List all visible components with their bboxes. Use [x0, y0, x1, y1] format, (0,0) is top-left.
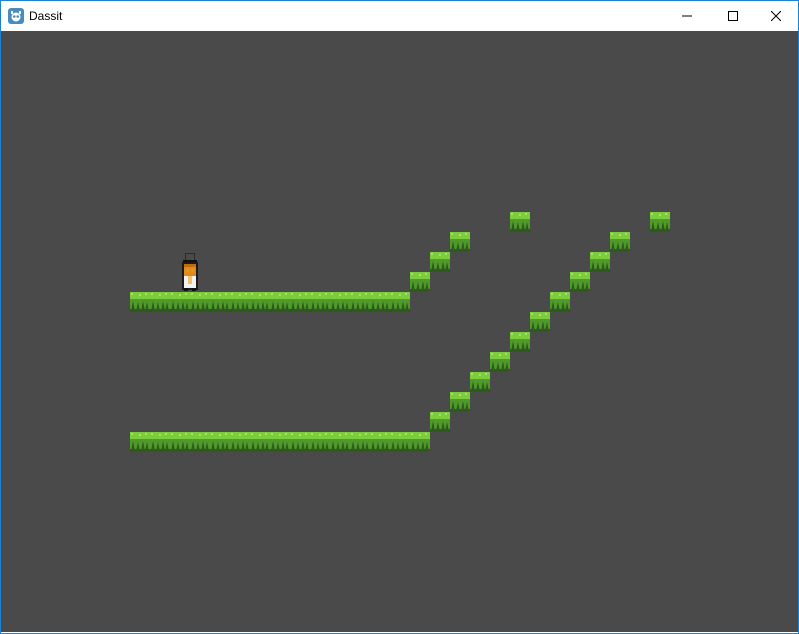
- grass-tile-upper-platform: [210, 292, 230, 312]
- grass-tile-upper-platform: [150, 292, 170, 312]
- grass-tile-staircase: [490, 352, 510, 372]
- window-title: Dassit: [29, 9, 63, 23]
- grass-tile-lower-platform: [250, 432, 270, 452]
- grass-tile-staircase: [590, 252, 610, 272]
- grass-tile-upper-platform: [170, 292, 190, 312]
- grass-tile-top-right: [650, 212, 670, 232]
- maximize-button[interactable]: [710, 1, 756, 31]
- grass-tile-lower-platform: [330, 432, 350, 452]
- player-character: [182, 253, 198, 291]
- grass-tile-upper-platform: [270, 292, 290, 312]
- grass-tile-upper-platform: [290, 292, 310, 312]
- grass-tile-upper-platform: [350, 292, 370, 312]
- grass-tile-lower-platform: [410, 432, 430, 452]
- grass-tile-lower-platform: [170, 432, 190, 452]
- grass-tile-lower-platform: [390, 432, 410, 452]
- title-bar[interactable]: Dassit: [1, 1, 798, 31]
- grass-tile-lower-platform: [290, 432, 310, 452]
- grass-tile-upper-step: [430, 252, 450, 272]
- grass-tile-upper-platform: [190, 292, 210, 312]
- grass-tile-staircase: [570, 272, 590, 292]
- grass-tile-upper-platform: [250, 292, 270, 312]
- grass-tile-upper-platform: [370, 292, 390, 312]
- grass-tile-staircase: [550, 292, 570, 312]
- grass-tile-staircase: [430, 412, 450, 432]
- grass-tile-staircase: [470, 372, 490, 392]
- grass-tile-staircase: [610, 232, 630, 252]
- grass-tile-upper-step: [450, 232, 470, 252]
- grass-tile-lower-platform: [270, 432, 290, 452]
- grass-tile-upper-platform: [310, 292, 330, 312]
- grass-tile-lower-platform: [150, 432, 170, 452]
- godot-icon: [8, 8, 24, 24]
- maximize-icon: [728, 11, 738, 21]
- grass-tile-upper-platform: [330, 292, 350, 312]
- grass-tile-lower-platform: [350, 432, 370, 452]
- game-viewport[interactable]: [1, 31, 798, 632]
- app-window: Dassit: [0, 0, 799, 634]
- grass-tile-staircase: [450, 392, 470, 412]
- grass-tile-floating: [510, 212, 530, 232]
- grass-tile-lower-platform: [230, 432, 250, 452]
- grass-tile-lower-platform: [130, 432, 150, 452]
- grass-tile-staircase: [510, 332, 530, 352]
- grass-tile-lower-platform: [310, 432, 330, 452]
- grass-tile-upper-platform: [390, 292, 410, 312]
- minimize-button[interactable]: [664, 1, 710, 31]
- grass-tile-lower-platform: [190, 432, 210, 452]
- minimize-icon: [682, 15, 692, 17]
- close-button[interactable]: [753, 1, 799, 31]
- grass-tile-upper-platform: [130, 292, 150, 312]
- grass-tile-staircase: [530, 312, 550, 332]
- grass-tile-lower-platform: [370, 432, 390, 452]
- grass-tile-upper-step: [410, 272, 430, 292]
- grass-tile-lower-platform: [210, 432, 230, 452]
- close-icon: [771, 11, 781, 21]
- grass-tile-upper-platform: [230, 292, 250, 312]
